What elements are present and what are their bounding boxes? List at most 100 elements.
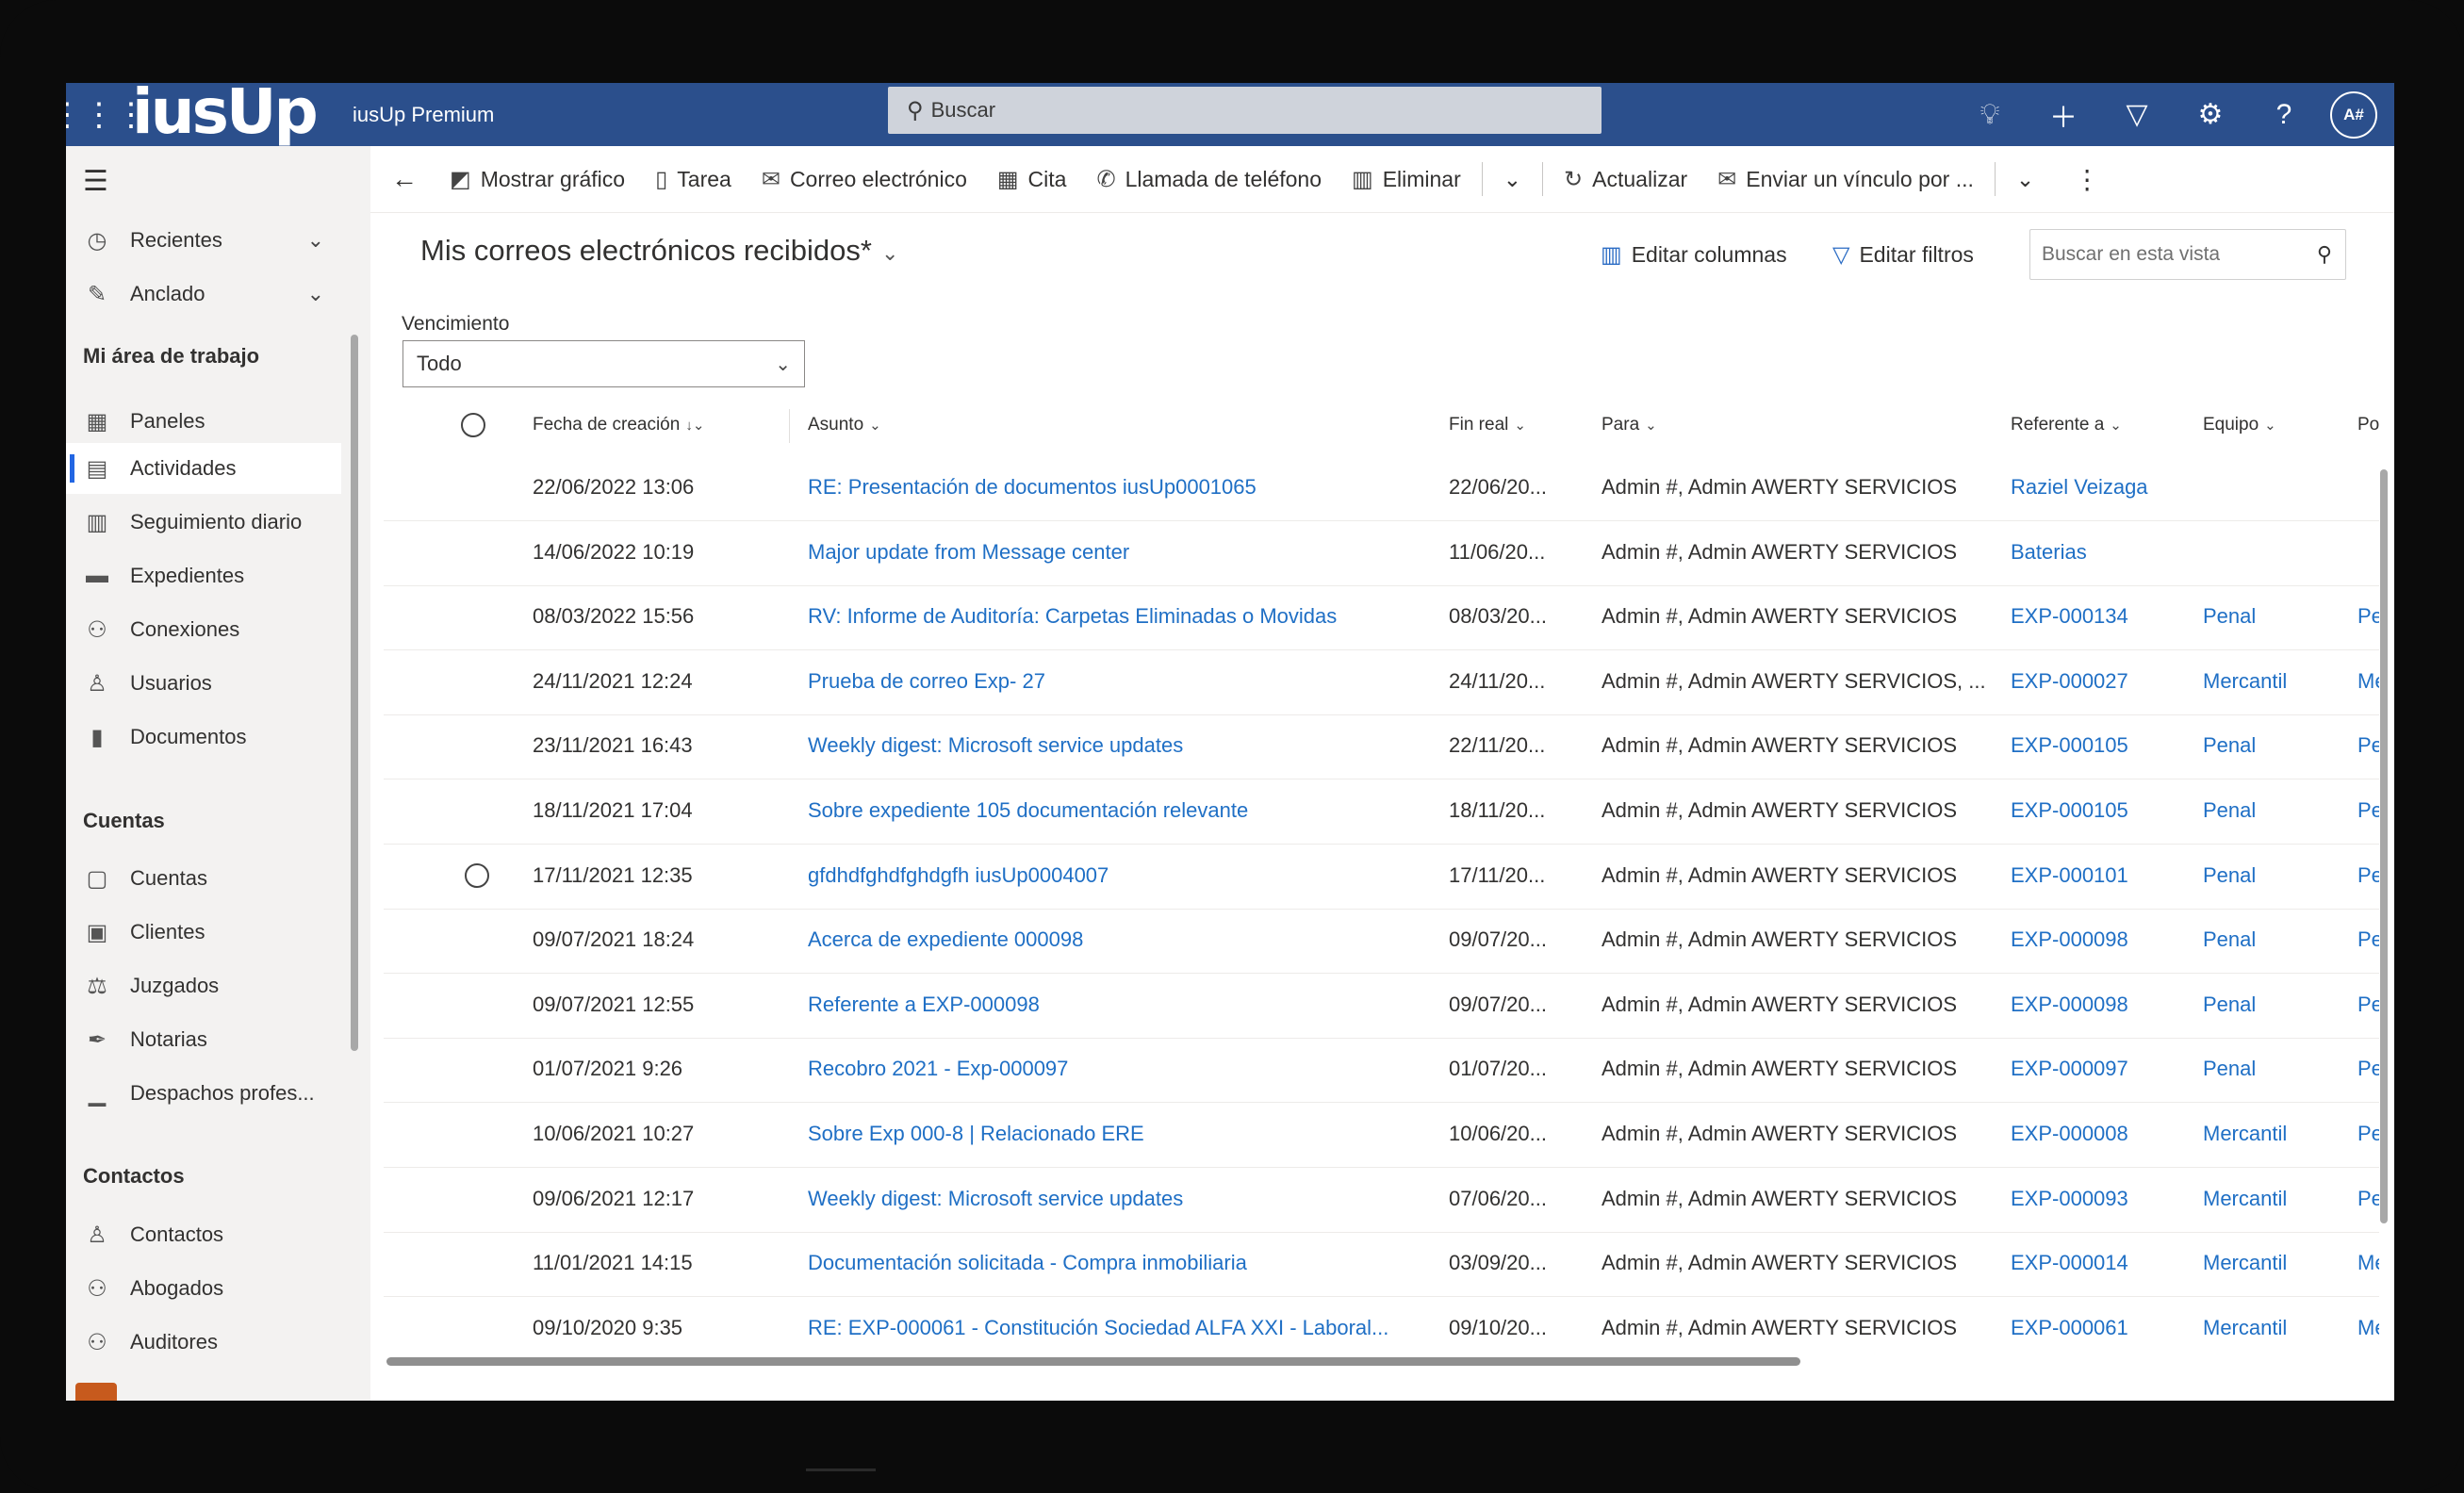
send-link-button[interactable]: ✉ Enviar un vínculo por ... — [1702, 146, 1989, 212]
cell-asunto[interactable]: Recobro 2021 - Exp-000097 — [808, 1057, 1430, 1081]
cell-referente[interactable]: Baterias — [2011, 540, 2190, 565]
cell-equipo[interactable]: Penal — [2203, 798, 2344, 823]
view-selector[interactable]: Mis correos electrónicos recibidos* ⌄ — [420, 234, 898, 268]
help-icon[interactable]: ? — [2247, 99, 2321, 131]
cell-equipo[interactable]: Penal — [2203, 1057, 2344, 1081]
cell-asunto[interactable]: RV: Informe de Auditoría: Carpetas Elimi… — [808, 604, 1430, 629]
cell-equipo[interactable]: Mercantil — [2203, 1187, 2344, 1211]
cell-posicion[interactable]: Me — [2357, 669, 2379, 694]
table-row[interactable]: 17/11/2021 12:35 gfdhdfghdfghdgfh iusUp00… — [384, 845, 2379, 910]
cell-posicion[interactable]: Pen — [2357, 993, 2379, 1017]
cell-equipo[interactable]: Penal — [2203, 993, 2344, 1017]
show-chart-button[interactable]: ◩ Mostrar gráfico — [435, 146, 640, 212]
column-header-referente[interactable]: Referente a ⌄ — [2011, 415, 2122, 435]
cell-posicion[interactable]: Pen — [2357, 798, 2379, 823]
sidebar-item-juzgados[interactable]: ⚖ Juzgados — [66, 960, 341, 1011]
plus-icon[interactable]: ＋ — [2027, 94, 2100, 136]
edit-columns-button[interactable]: ▥ Editar columnas — [1601, 241, 1787, 269]
sidebar-item-conexiones[interactable]: ⚇ Conexiones — [66, 604, 341, 655]
table-row[interactable]: 18/11/2021 17:04 Sobre expediente 105 doc… — [384, 779, 2379, 845]
vertical-scrollbar[interactable] — [2380, 469, 2388, 1223]
cell-referente[interactable]: EXP-000101 — [2011, 863, 2190, 888]
back-arrow-icon[interactable]: ← — [370, 146, 435, 212]
cell-asunto[interactable]: gfdhdfghdfghdgfh iusUp0004007 — [808, 863, 1430, 888]
cell-referente[interactable]: EXP-000061 — [2011, 1316, 2190, 1340]
cell-referente[interactable]: EXP-000097 — [2011, 1057, 2190, 1081]
sidebar-item-recent[interactable]: ◷ Recientes ⌄ — [66, 215, 341, 266]
table-row[interactable]: 08/03/2022 15:56 RV: Informe de Auditoría… — [384, 585, 2379, 651]
cell-asunto[interactable]: Referente a EXP-000098 — [808, 993, 1430, 1017]
appointment-button[interactable]: ▦ Cita — [982, 146, 1082, 212]
cell-asunto[interactable]: Sobre Exp 000-8 | Relacionado ERE — [808, 1122, 1430, 1146]
cell-equipo[interactable]: Mercantil — [2203, 1122, 2344, 1146]
cell-asunto[interactable]: Weekly digest: Microsoft service updates — [808, 733, 1430, 758]
due-filter-select[interactable]: Todo ⌄ — [402, 340, 805, 387]
sidebar-item-paneles[interactable]: ▦ Paneles — [66, 396, 341, 447]
cell-referente[interactable]: EXP-000105 — [2011, 733, 2190, 758]
view-search-input[interactable]: Buscar en esta vista ⚲ — [2029, 229, 2346, 280]
cell-equipo[interactable]: Penal — [2203, 927, 2344, 952]
sidebar-item-contactos[interactable]: ♙ Contactos — [66, 1209, 341, 1260]
cell-asunto[interactable]: RE: EXP-000061 - Constitución Sociedad A… — [808, 1316, 1430, 1340]
avatar[interactable]: A# — [2330, 90, 2377, 139]
chevron-down-icon[interactable]: ⌄ — [307, 228, 324, 253]
sidebar-item-actividades[interactable]: ▤ Actividades — [66, 443, 341, 494]
column-header-asunto[interactable]: Asunto ⌄ — [808, 415, 881, 435]
cell-posicion[interactable]: Me — [2357, 1316, 2379, 1340]
more-commands-icon[interactable]: ⋮ — [2049, 146, 2125, 212]
app-name[interactable]: iusUp Premium — [353, 103, 494, 127]
cell-asunto[interactable]: Documentación solicitada - Compra inmobi… — [808, 1251, 1430, 1275]
sidebar-item-expedientes[interactable]: ▬ Expedientes — [66, 550, 341, 601]
sidebar-item-auditores[interactable]: ⚇ Auditores — [66, 1317, 341, 1368]
task-button[interactable]: ▯ Tarea — [640, 146, 747, 212]
cell-asunto[interactable]: Acerca de expediente 000098 — [808, 927, 1430, 952]
email-button[interactable]: ✉ Correo electrónico — [747, 146, 982, 212]
more-send-options-button[interactable]: ⌄ — [2001, 146, 2049, 212]
cell-posicion[interactable]: Me — [2357, 1251, 2379, 1275]
cell-referente[interactable]: EXP-000098 — [2011, 927, 2190, 952]
sidebar-item-despachos[interactable]: ▁ Despachos profes... — [66, 1068, 341, 1119]
table-row[interactable]: 09/10/2020 9:35 RE: EXP-000061 - Constitu… — [384, 1297, 2379, 1355]
sidebar-item-documentos[interactable]: ▮ Documentos — [66, 712, 341, 763]
cell-equipo[interactable]: Mercantil — [2203, 1251, 2344, 1275]
chevron-down-icon[interactable]: ⌄ — [307, 282, 324, 306]
cell-equipo[interactable]: Mercantil — [2203, 669, 2344, 694]
column-header-equipo[interactable]: Equipo ⌄ — [2203, 415, 2276, 435]
cell-referente[interactable]: EXP-000008 — [2011, 1122, 2190, 1146]
sidebar-item-seguimiento[interactable]: ▥ Seguimiento diario — [66, 497, 341, 548]
sidebar-item-pinned[interactable]: ✎ Anclado ⌄ — [66, 269, 341, 320]
cell-referente[interactable]: EXP-000105 — [2011, 798, 2190, 823]
cell-referente[interactable]: EXP-000098 — [2011, 993, 2190, 1017]
lightbulb-icon[interactable]: 💡︎ — [1953, 99, 2027, 131]
table-row[interactable]: 22/06/2022 13:06 RE: Presentación de docu… — [384, 456, 2379, 521]
cell-equipo[interactable]: Penal — [2203, 863, 2344, 888]
column-header-posicion[interactable]: Posició — [2357, 415, 2379, 435]
cell-posicion[interactable]: Pen — [2357, 863, 2379, 888]
cell-posicion[interactable]: Pen — [2357, 1057, 2379, 1081]
table-row[interactable]: 14/06/2022 10:19 Major update from Messag… — [384, 521, 2379, 586]
column-divider[interactable] — [789, 409, 790, 443]
cell-referente[interactable]: EXP-000093 — [2011, 1187, 2190, 1211]
cell-asunto[interactable]: Prueba de correo Exp- 27 — [808, 669, 1430, 694]
cell-referente[interactable]: EXP-000014 — [2011, 1251, 2190, 1275]
table-row[interactable]: 11/01/2021 14:15 Documentación solicitada… — [384, 1232, 2379, 1298]
cell-posicion[interactable]: Pen — [2357, 604, 2379, 629]
table-row[interactable]: 24/11/2021 12:24 Prueba de correo Exp- 27… — [384, 650, 2379, 715]
area-switcher-icon[interactable] — [75, 1383, 117, 1401]
cell-posicion[interactable]: Pen — [2357, 1122, 2379, 1146]
cell-posicion[interactable]: Pen — [2357, 733, 2379, 758]
global-search-input[interactable]: ⚲ Buscar — [888, 87, 1602, 134]
logo[interactable]: iusUp — [132, 83, 339, 146]
sidebar-item-abogados[interactable]: ⚇ Abogados — [66, 1263, 341, 1314]
sidebar-item-notarias[interactable]: ✒ Notarias — [66, 1014, 341, 1065]
sidebar-scrollbar[interactable] — [351, 335, 358, 1051]
gear-icon[interactable]: ⚙ — [2174, 98, 2247, 131]
cell-posicion[interactable]: Pen — [2357, 1187, 2379, 1211]
cell-posicion[interactable]: Pen — [2357, 927, 2379, 952]
search-icon[interactable]: ⚲ — [2317, 242, 2332, 267]
table-row[interactable]: 09/06/2021 12:17 Weekly digest: Microsoft… — [384, 1168, 2379, 1233]
cell-referente[interactable]: EXP-000134 — [2011, 604, 2190, 629]
delete-button[interactable]: ▥ Eliminar — [1337, 146, 1476, 212]
cell-asunto[interactable]: Sobre expediente 105 documentación relev… — [808, 798, 1430, 823]
table-row[interactable]: 10/06/2021 10:27 Sobre Exp 000-8 | Relaci… — [384, 1103, 2379, 1168]
